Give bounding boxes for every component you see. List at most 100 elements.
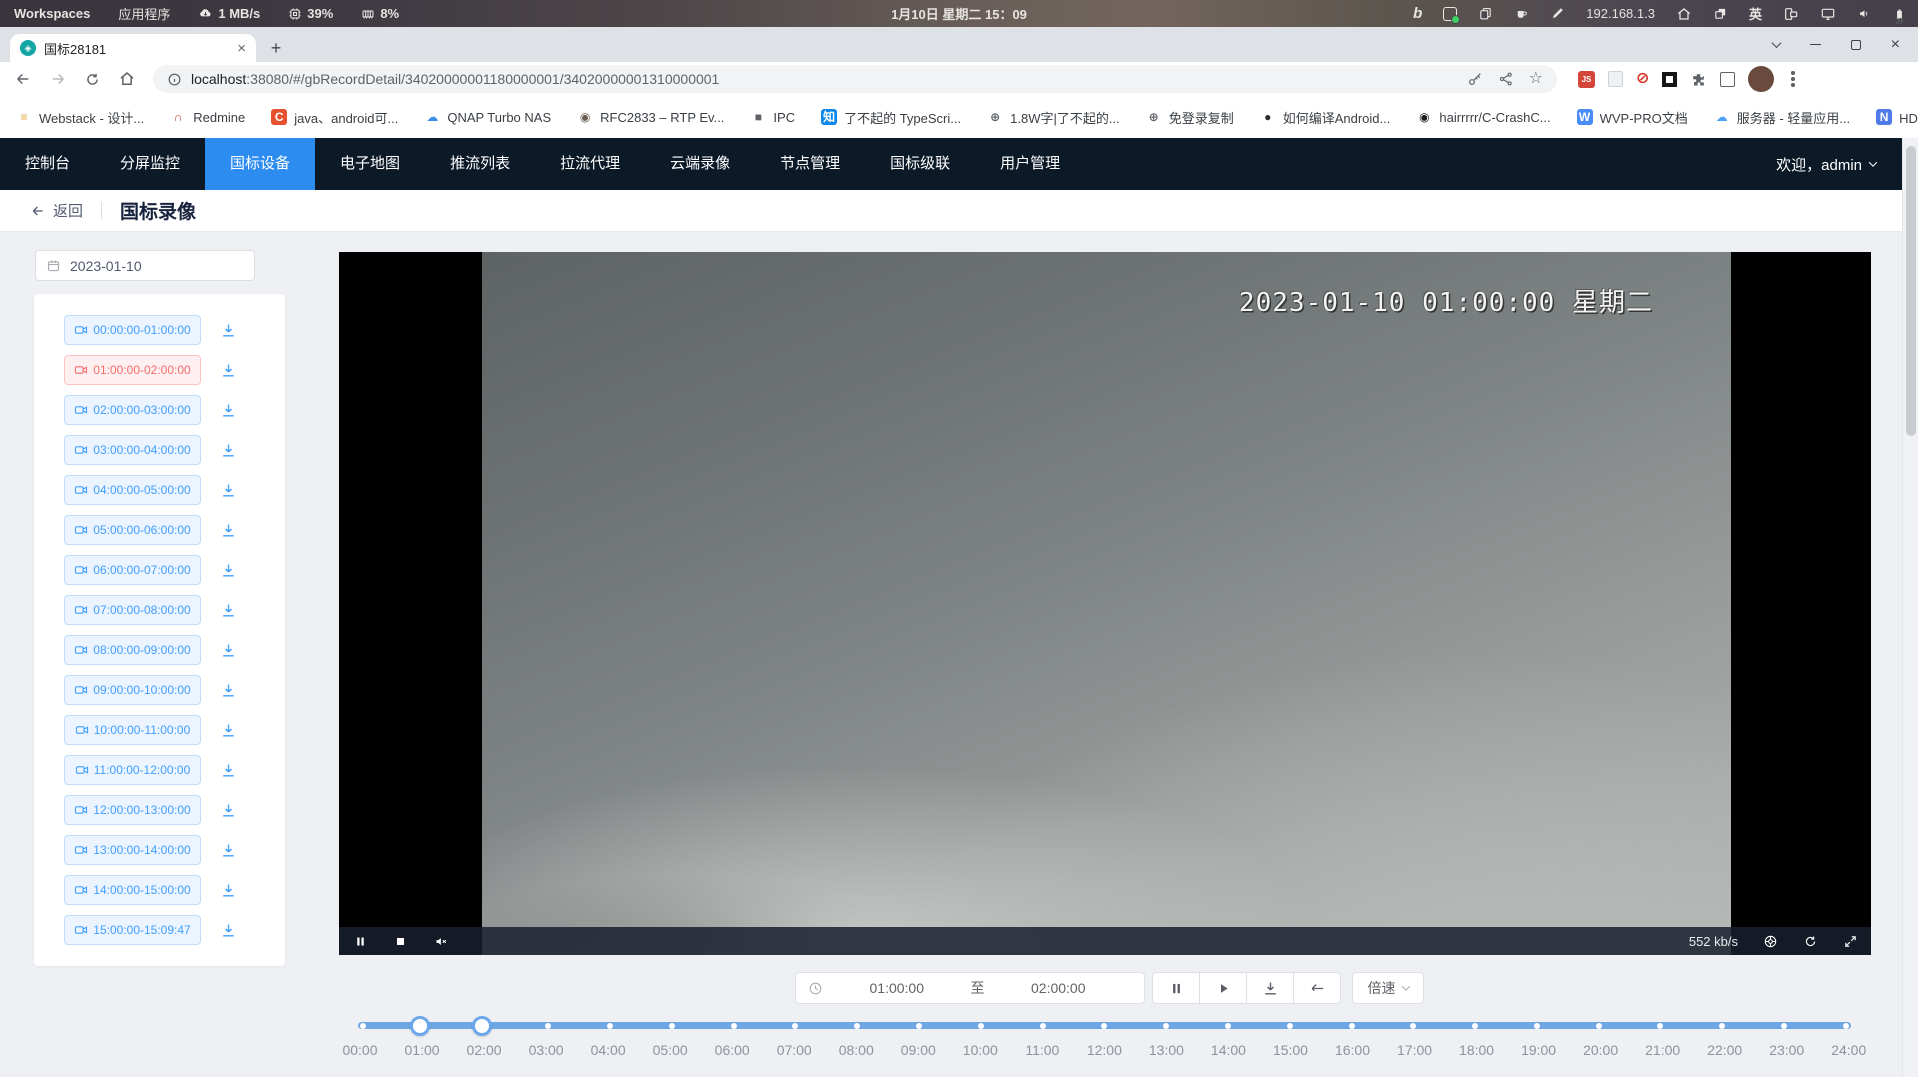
segment-download-button[interactable] [218, 400, 239, 421]
network-speed[interactable]: 1 MB/s [198, 6, 260, 21]
nav-tab[interactable]: 国标设备 [205, 138, 315, 190]
bookmarks-overflow-icon[interactable]: » [1895, 0, 1904, 42]
refresh-icon[interactable] [1803, 934, 1818, 949]
nav-tab[interactable]: 电子地图 [315, 138, 425, 190]
extension-frame-icon[interactable] [1662, 72, 1677, 87]
extension-blocker-icon[interactable]: ⊘ [1636, 71, 1649, 87]
bookmark-item[interactable]: N HDAtmos :: 种子 *... [1876, 108, 1918, 127]
nav-tab[interactable]: 控制台 [0, 138, 95, 190]
pause-button[interactable] [1152, 972, 1200, 1004]
app-notification-tray-icon[interactable] [1443, 7, 1457, 21]
segment-play-button[interactable]: 01:00:00-02:00:00 [64, 355, 201, 385]
nav-tab[interactable]: 云端录像 [645, 138, 755, 190]
segment-play-button[interactable]: 13:00:00-14:00:00 [64, 835, 201, 865]
segment-play-button[interactable]: 08:00:00-09:00:00 [64, 635, 201, 665]
nav-tab[interactable]: 节点管理 [755, 138, 865, 190]
bookmark-item[interactable]: ≡ Webstack - 设计... [16, 108, 144, 127]
nav-tab[interactable]: 分屏监控 [95, 138, 205, 190]
forward-icon[interactable] [49, 70, 67, 88]
rewind-button[interactable] [1293, 972, 1341, 1004]
speed-dropdown-button[interactable]: 倍速 [1352, 972, 1424, 1004]
display-tray-icon[interactable] [1820, 6, 1836, 22]
extensions-puzzle-icon[interactable] [1690, 71, 1707, 88]
input-method-indicator[interactable]: 英 [1749, 4, 1762, 23]
segment-play-button[interactable]: 12:00:00-13:00:00 [64, 795, 201, 825]
segment-download-button[interactable] [218, 680, 239, 701]
nav-tab[interactable]: 拉流代理 [535, 138, 645, 190]
user-menu[interactable]: 欢迎，admin [1776, 138, 1902, 190]
bookmark-item[interactable]: W WVP-PRO文档 [1577, 108, 1688, 127]
bookmark-item[interactable]: ◉ hairrrrr/C-CrashC... [1416, 109, 1550, 125]
segment-download-button[interactable] [218, 440, 239, 461]
windows-layers-tray-icon[interactable] [1713, 6, 1728, 21]
video-frame[interactable] [482, 252, 1731, 955]
segment-download-button[interactable] [218, 880, 239, 901]
browser-tab[interactable]: ◈ 国标28181 × [10, 34, 256, 62]
phone-screen-tray-icon[interactable] [1783, 6, 1799, 22]
window-minimize-button[interactable] [1810, 44, 1821, 45]
bookmark-item[interactable]: 知 了不起的 TypeScri... [821, 108, 961, 127]
address-bar[interactable]: localhost:38080/#/gbRecordDetail/3402000… [153, 65, 1557, 93]
bookmark-item[interactable]: ☁ QNAP Turbo NAS [424, 109, 551, 125]
segment-play-button[interactable]: 11:00:00-12:00:00 [64, 755, 201, 785]
page-scrollbar[interactable] [1902, 138, 1918, 1077]
segment-play-button[interactable]: 09:00:00-10:00:00 [64, 675, 201, 705]
play-button[interactable] [1199, 972, 1247, 1004]
pause-icon[interactable] [354, 935, 367, 948]
segment-download-button[interactable] [218, 840, 239, 861]
download-button[interactable] [1246, 972, 1294, 1004]
back-icon[interactable] [14, 70, 32, 88]
segment-download-button[interactable] [218, 360, 239, 381]
bookmark-star-icon[interactable]: ☆ [1529, 71, 1543, 87]
volume-tray-icon[interactable] [1857, 6, 1872, 21]
segment-play-button[interactable]: 15:00:00-15:09:47 [64, 915, 201, 945]
segment-download-button[interactable] [218, 560, 239, 581]
segment-play-button[interactable]: 03:00:00-04:00:00 [64, 435, 201, 465]
password-key-icon[interactable] [1467, 71, 1483, 87]
bookmark-item[interactable]: ∩ Redmine [170, 109, 245, 125]
back-button[interactable]: 返回 [30, 200, 83, 221]
b-app-tray-icon[interactable]: b [1413, 6, 1422, 21]
video-player[interactable]: 2023-01-10 01:00:00 星期二 552 kb/s [339, 252, 1871, 955]
start-time-input[interactable]: 01:00:00 [823, 980, 971, 996]
beverage-tray-icon[interactable] [1514, 6, 1529, 21]
timeline-track[interactable] [358, 1022, 1851, 1029]
nav-tab[interactable]: 用户管理 [975, 138, 1085, 190]
segment-download-button[interactable] [218, 640, 239, 661]
segment-download-button[interactable] [218, 920, 239, 941]
segment-play-button[interactable]: 04:00:00-05:00:00 [64, 475, 201, 505]
nav-tab[interactable]: 国标级联 [865, 138, 975, 190]
applications-menu[interactable]: 应用程序 [118, 4, 170, 23]
date-picker-input[interactable]: 2023-01-10 [35, 250, 255, 281]
pen-tool-tray-icon[interactable] [1550, 6, 1565, 21]
time-range-picker[interactable]: 01:00:00 至 02:00:00 [795, 972, 1145, 1004]
clipboard-copy-tray-icon[interactable] [1478, 6, 1493, 21]
home-tray-icon[interactable] [1676, 6, 1692, 22]
segment-download-button[interactable] [218, 520, 239, 541]
cpu-usage[interactable]: 39% [288, 6, 333, 21]
bookmark-item[interactable]: ● 如何编译Android... [1260, 108, 1391, 127]
window-maximize-button[interactable] [1851, 40, 1861, 50]
scrollbar-thumb[interactable] [1906, 146, 1916, 436]
ip-address[interactable]: 192.168.1.3 [1586, 6, 1655, 21]
workspaces-button[interactable]: Workspaces [14, 6, 90, 21]
bookmark-item[interactable]: ⊕ 1.8W字|了不起的... [987, 108, 1120, 127]
bookmark-item[interactable]: ⊕ 免登录复制 [1146, 108, 1234, 127]
extension-square-icon[interactable] [1720, 72, 1735, 87]
bookmark-item[interactable]: ◉ RFC2833 – RTP Ev... [577, 109, 724, 125]
bookmark-item[interactable]: ■ IPC [750, 109, 795, 125]
snapshot-aperture-icon[interactable] [1763, 934, 1778, 949]
browser-menu-icon[interactable] [1787, 71, 1798, 86]
fullscreen-icon[interactable] [1843, 934, 1858, 949]
memory-usage[interactable]: 8% [361, 6, 399, 21]
stop-icon[interactable] [394, 935, 407, 948]
segment-download-button[interactable] [218, 720, 239, 741]
home-icon[interactable] [118, 70, 136, 88]
segment-play-button[interactable]: 10:00:00-11:00:00 [64, 715, 201, 745]
timeline-start-handle[interactable] [410, 1016, 430, 1036]
segment-play-button[interactable]: 05:00:00-06:00:00 [64, 515, 201, 545]
new-tab-button[interactable]: + [262, 34, 290, 62]
tab-close-icon[interactable]: × [237, 41, 246, 56]
nav-tab[interactable]: 推流列表 [425, 138, 535, 190]
segment-play-button[interactable]: 14:00:00-15:00:00 [64, 875, 201, 905]
